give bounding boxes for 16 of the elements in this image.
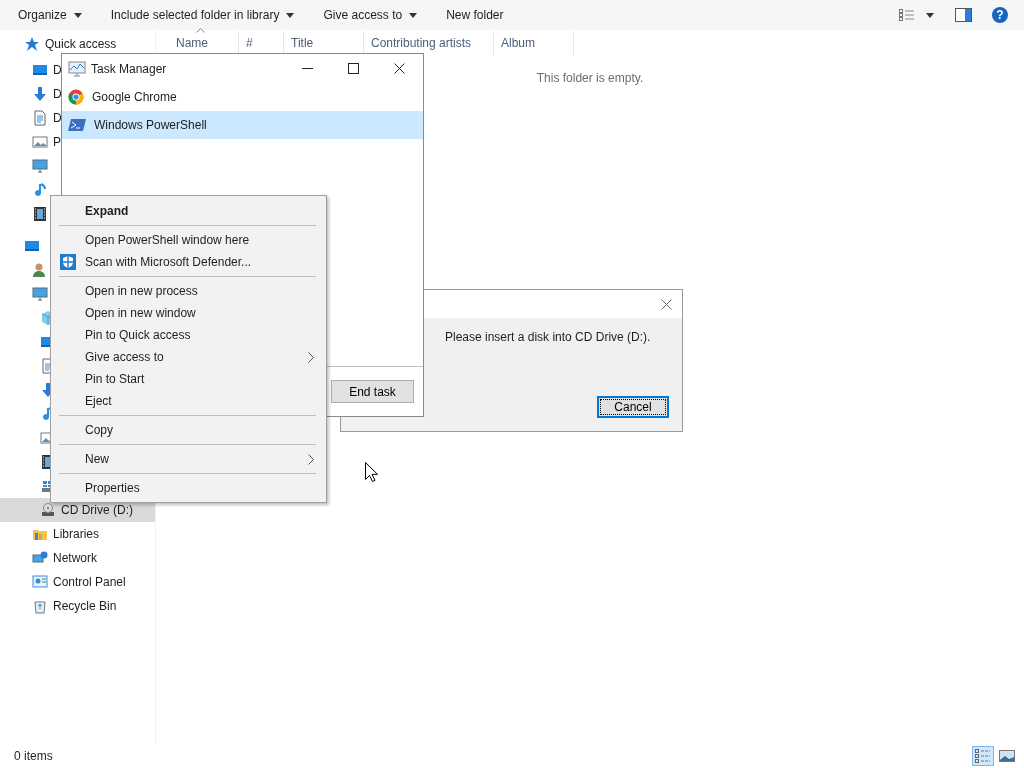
app-name: Windows PowerShell [94,118,207,132]
window-title: Task Manager [91,61,167,76]
empty-folder-message: This folder is empty. [535,71,645,85]
nav-item-label: D [53,111,62,125]
nav-item-label: Recycle Bin [53,599,117,613]
nav-item-label: D [53,63,62,77]
nav-item-label: CD Drive (D:) [61,503,133,517]
nav-item-label: Libraries [53,527,100,541]
item-count: 0 items [14,749,53,763]
nav-item-label: D [53,87,62,101]
nav-item-label: Control Panel [53,575,126,589]
nav-item-label: Network [53,551,97,565]
nav-item-label: P [53,135,61,149]
dialog-message: Please insert a disk into CD Drive (D:). [445,330,652,344]
nav-item-label: Quick access [45,37,117,51]
app-name: Google Chrome [92,90,177,104]
